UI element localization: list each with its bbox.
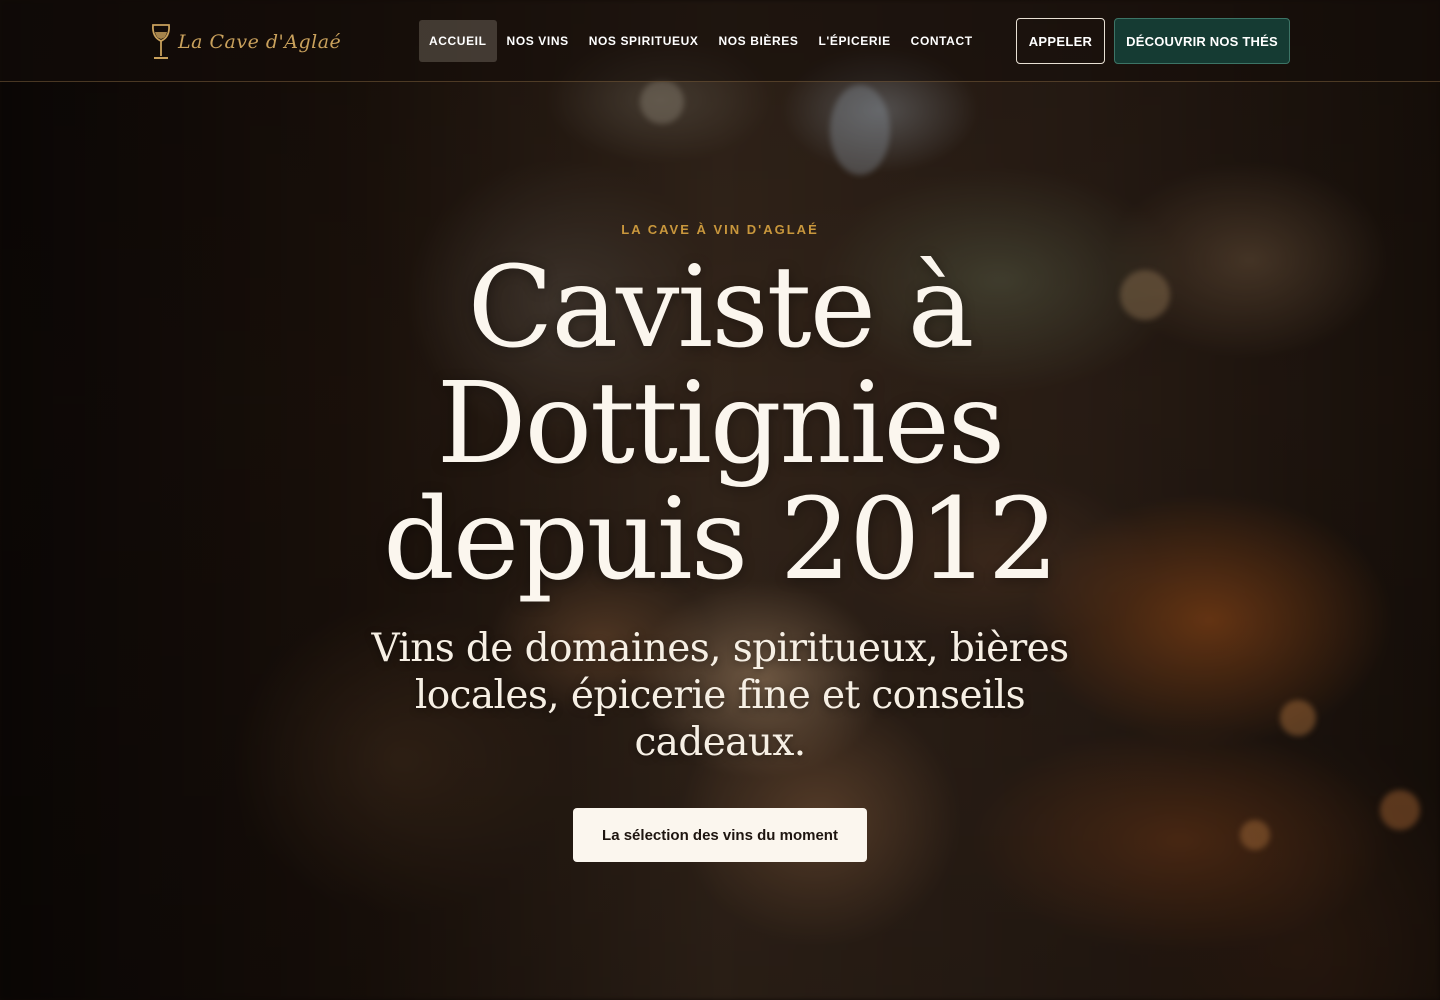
hero-headline-line: Caviste à xyxy=(467,243,975,373)
main-nav: ACCUEIL NOS VINS NOS SPIRITUEUX NOS BIÈR… xyxy=(419,20,983,62)
hero-headline-line: Dottignies xyxy=(436,359,1005,489)
nav-item-nos-bieres[interactable]: NOS BIÈRES xyxy=(708,20,808,62)
wine-glass-icon xyxy=(152,24,170,59)
nav-item-nos-vins[interactable]: NOS VINS xyxy=(497,20,579,62)
hero-eyebrow: LA CAVE À VIN D'AGLAÉ xyxy=(621,222,819,237)
hero-headline: Caviste à Dottignies depuis 2012 xyxy=(220,250,1220,598)
nav-item-accueil[interactable]: ACCUEIL xyxy=(419,20,497,62)
nav-item-contact[interactable]: CONTACT xyxy=(901,20,983,62)
site-logo[interactable]: La Cave d'Aglaé xyxy=(150,22,341,62)
logo-text: La Cave d'Aglaé xyxy=(178,31,342,53)
call-button[interactable]: APPELER xyxy=(1016,18,1105,64)
nav-item-nos-spiritueux[interactable]: NOS SPIRITUEUX xyxy=(579,20,709,62)
discover-teas-button[interactable]: DÉCOUVRIR NOS THÉS xyxy=(1114,18,1290,64)
nav-item-epicerie[interactable]: L'ÉPICERIE xyxy=(808,20,900,62)
hero-subline: Vins de domaines, spiritueux, bières loc… xyxy=(371,626,1069,765)
site-header: La Cave d'Aglaé ACCUEIL NOS VINS NOS SPI… xyxy=(0,0,1440,82)
wine-selection-button[interactable]: La sélection des vins du moment xyxy=(573,808,867,862)
hero-headline-line: depuis 2012 xyxy=(383,475,1059,605)
